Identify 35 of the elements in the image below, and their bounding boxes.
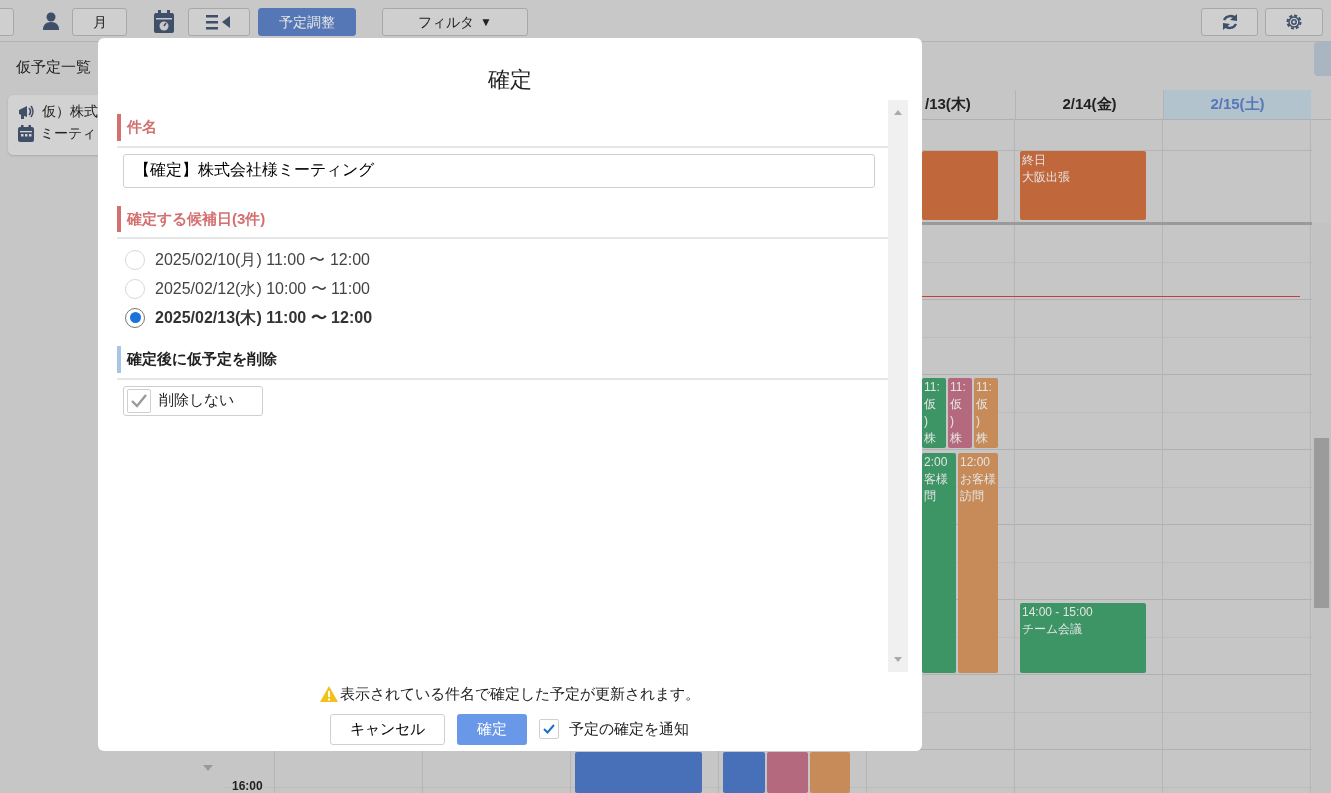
candidate-date: 2025/02/13(木) 11:00 〜 12:00 [155,307,373,328]
item-text: 仮）株式 [42,102,98,121]
dialog-title: 確定 [487,66,533,94]
event-text: 株 [950,430,963,447]
warning-text: 表示されている件名で確定した予定が更新されます。 [340,684,700,704]
event-text: お客様 [960,471,996,488]
time-label: 16:00 [232,780,263,793]
event-text: 12:00 [960,454,992,471]
caret-icon: ▼ [480,13,492,31]
event-text: 仮 [950,396,963,413]
event-text: 客様 [924,471,949,488]
event-text: ) [950,413,955,430]
event-text: 14:00 - 15:00 [1022,604,1094,621]
event-text: 問 [924,488,937,505]
event-text: 2:00 [924,454,949,471]
notify-label: 予定の確定を通知 [568,718,689,739]
candidate-date: 2025/02/10(月) 11:00 〜 12:00 [155,249,370,270]
event-text: 大阪出張 [1022,169,1071,186]
event-text: 株 [924,430,937,447]
event-text: 終日 [1022,152,1047,169]
event-text: ) [924,413,929,430]
event-text: チーム会議 [1022,621,1083,638]
event-text: 11: [976,379,993,396]
event-text: 11: [924,379,941,396]
item-text: ミーティ [40,124,96,143]
day-header: 2/15(土) [1163,90,1311,119]
filter-label: フィルタ [418,12,475,32]
event-text: ) [976,413,981,430]
sidebar-title: 仮予定一覧 [16,57,92,77]
candidate-date: 2025/02/12(水) 10:00 〜 11:00 [155,278,370,299]
event-text: 株 [976,430,989,447]
event-text: 仮 [976,396,989,413]
event-text: 訪問 [960,488,985,505]
event-text: 11: [950,379,967,396]
event-text: 仮 [924,396,937,413]
